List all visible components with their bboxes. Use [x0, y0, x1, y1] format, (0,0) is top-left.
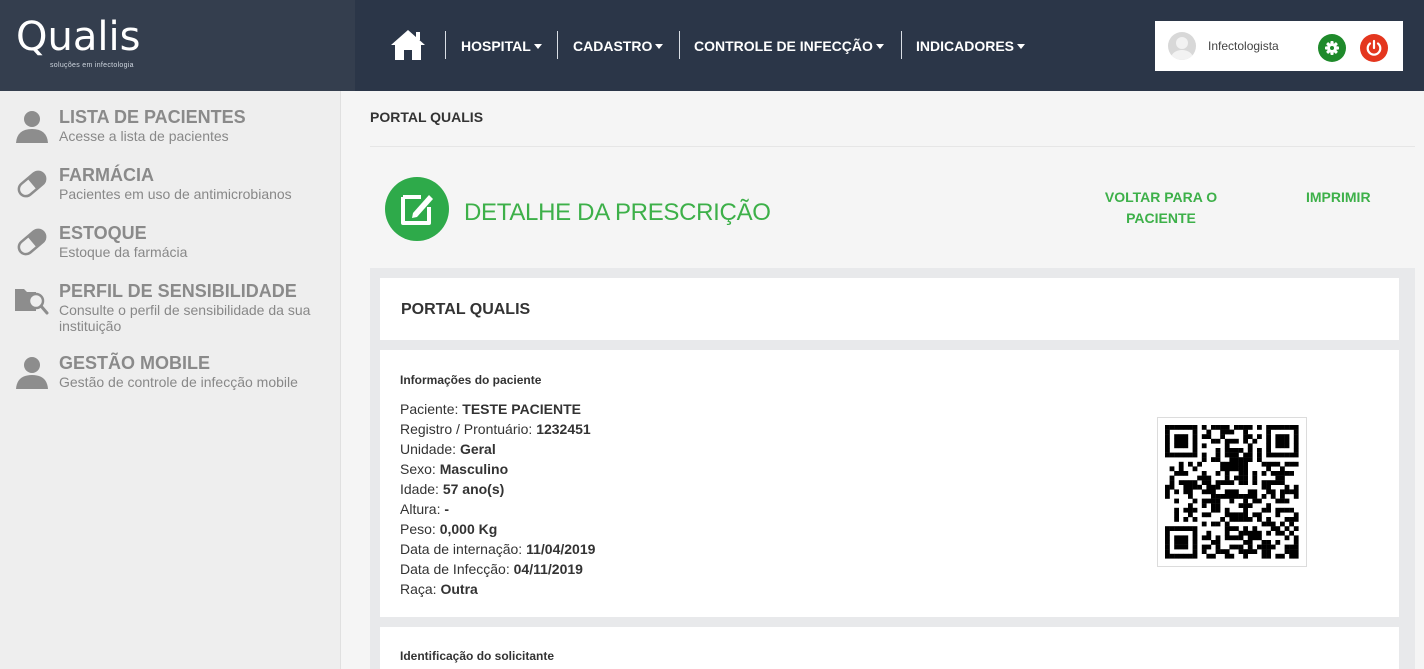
nav-cadastro-label: CADASTRO — [573, 38, 653, 54]
info-value: 57 ano(s) — [442, 481, 505, 497]
power-icon — [1366, 39, 1382, 56]
folder-search-icon — [15, 289, 49, 315]
sidebar-item-farmacia[interactable]: FARMÁCIA Pacientes em uso de antimicrobi… — [0, 165, 340, 205]
list-item: Data de internação: 11/04/2019 — [400, 539, 595, 559]
sidebar-item-desc: Pacientes em uso de antimicrobianos — [59, 186, 292, 202]
nav-indicadores[interactable]: INDICADORES — [916, 38, 1026, 54]
info-value: 04/11/2019 — [513, 561, 583, 577]
brand-tagline: soluções em infectologia — [50, 62, 134, 69]
info-label: Altura: — [400, 501, 441, 517]
list-item: Sexo: Masculino — [400, 459, 595, 479]
patient-info-list: Paciente: TESTE PACIENTE Registro / Pron… — [400, 399, 595, 599]
settings-button[interactable] — [1318, 34, 1346, 62]
patient-info-card: Informações do paciente Paciente: TESTE … — [380, 350, 1399, 617]
divider — [370, 146, 1415, 147]
sidebar-item-gestao-mobile[interactable]: GESTÃO MOBILE Gestão de controle de infe… — [0, 353, 340, 393]
info-label: Sexo: — [400, 461, 436, 477]
sidebar-item-title: PERFIL DE SENSIBILIDADE — [59, 281, 297, 301]
prescription-panel: PORTAL QUALIS Informações do paciente Pa… — [370, 268, 1415, 669]
sidebar-item-title: LISTA DE PACIENTES — [59, 107, 246, 127]
info-value: 1232451 — [536, 421, 591, 437]
caret-down-icon — [875, 44, 884, 49]
back-to-patient-link[interactable]: VOLTAR PARA O PACIENTE — [1081, 187, 1241, 229]
info-value: TESTE PACIENTE — [462, 401, 582, 417]
breadcrumb: PORTAL QUALIS — [370, 109, 484, 125]
info-label: Data de internação: — [400, 541, 523, 557]
section-title: Identificação do solicitante — [400, 649, 555, 663]
info-value: Geral — [459, 441, 496, 457]
list-item: Raça: Outra — [400, 579, 595, 599]
print-link[interactable]: IMPRIMIR — [1306, 189, 1371, 205]
top-header: Qualis soluções em infectologia HOSPITAL… — [0, 0, 1424, 91]
caret-down-icon — [533, 44, 542, 49]
list-item: Data de Infecção: 04/11/2019 — [400, 559, 595, 579]
info-label: Data de Infecção: — [400, 561, 510, 577]
list-item: Idade: 57 ano(s) — [400, 479, 595, 499]
list-item: Paciente: TESTE PACIENTE — [400, 399, 595, 419]
sidebar-item-title: FARMÁCIA — [59, 165, 154, 185]
sidebar-item-desc: Acesse a lista de pacientes — [59, 128, 229, 144]
info-value: Outra — [440, 581, 478, 597]
info-label: Unidade: — [400, 441, 457, 457]
nav-controle-infeccao[interactable]: CONTROLE DE INFECÇÃO — [694, 38, 884, 54]
edit-document-icon — [385, 177, 449, 241]
nav-divider — [557, 31, 558, 59]
user-icon — [16, 357, 48, 389]
nav-controle-infeccao-label: CONTROLE DE INFECÇÃO — [694, 38, 873, 54]
card-header: PORTAL QUALIS — [380, 278, 1399, 340]
list-item: Registro / Prontuário: 1232451 — [400, 419, 595, 439]
home-icon[interactable] — [389, 28, 427, 62]
list-item: Unidade: Geral — [400, 439, 595, 459]
list-item: Altura: - — [400, 499, 595, 519]
info-value: 0,000 Kg — [439, 521, 498, 537]
page-title: DETALHE DA PRESCRIÇÃO — [464, 199, 771, 226]
sidebar: LISTA DE PACIENTES Acesse a lista de pac… — [0, 91, 341, 669]
card-title: PORTAL QUALIS — [401, 301, 531, 318]
logout-button[interactable] — [1360, 34, 1388, 62]
info-label: Idade: — [400, 481, 439, 497]
info-label: Registro / Prontuário: — [400, 421, 533, 437]
sidebar-item-desc: Gestão de controle de infecção mobile — [59, 374, 298, 390]
brand-logo[interactable]: Qualis soluções em infectologia — [0, 0, 355, 91]
qr-code-icon — [1165, 425, 1299, 559]
qr-code — [1157, 417, 1307, 567]
info-value: - — [444, 501, 450, 517]
gear-icon — [1325, 41, 1339, 55]
info-label: Raça: — [400, 581, 437, 597]
user-panel: Infectologista — [1155, 21, 1403, 71]
caret-down-icon — [655, 44, 664, 49]
nav-hospital[interactable]: HOSPITAL — [461, 38, 542, 54]
user-icon — [16, 111, 48, 143]
sidebar-item-perfil-sensibilidade[interactable]: PERFIL DE SENSIBILIDADE Consulte o perfi… — [0, 281, 340, 334]
avatar[interactable] — [1168, 32, 1196, 60]
info-value: Masculino — [439, 461, 509, 477]
caret-down-icon — [1017, 44, 1026, 49]
main-content: PORTAL QUALIS DETALHE DA PRESCRIÇÃO VOLT… — [341, 91, 1424, 669]
pill-icon — [17, 170, 47, 198]
nav-divider — [679, 31, 680, 59]
sidebar-item-title: ESTOQUE — [59, 223, 147, 243]
user-name: Infectologista — [1208, 39, 1279, 53]
main-navbar: HOSPITAL CADASTRO CONTROLE DE INFECÇÃO I… — [355, 0, 1424, 91]
info-label: Paciente: — [400, 401, 459, 417]
sidebar-item-lista-pacientes[interactable]: LISTA DE PACIENTES Acesse a lista de pac… — [0, 107, 340, 147]
requester-card: Identificação do solicitante — [380, 627, 1399, 669]
sidebar-item-desc: Estoque da farmácia — [59, 244, 188, 260]
list-item: Peso: 0,000 Kg — [400, 519, 595, 539]
section-title: Informações do paciente — [400, 373, 542, 387]
nav-hospital-label: HOSPITAL — [461, 38, 531, 54]
sidebar-item-estoque[interactable]: ESTOQUE Estoque da farmácia — [0, 223, 340, 263]
info-value: 11/04/2019 — [526, 541, 596, 557]
pill-icon — [17, 228, 47, 256]
nav-divider — [901, 31, 902, 59]
sidebar-item-title: GESTÃO MOBILE — [59, 353, 211, 373]
info-label: Peso: — [400, 521, 436, 537]
nav-indicadores-label: INDICADORES — [916, 38, 1015, 54]
nav-cadastro[interactable]: CADASTRO — [573, 38, 664, 54]
brand-name: Qualis — [16, 14, 141, 60]
sidebar-item-desc: Consulte o perfil de sensibilidade da su… — [59, 302, 311, 334]
nav-divider — [445, 31, 446, 59]
